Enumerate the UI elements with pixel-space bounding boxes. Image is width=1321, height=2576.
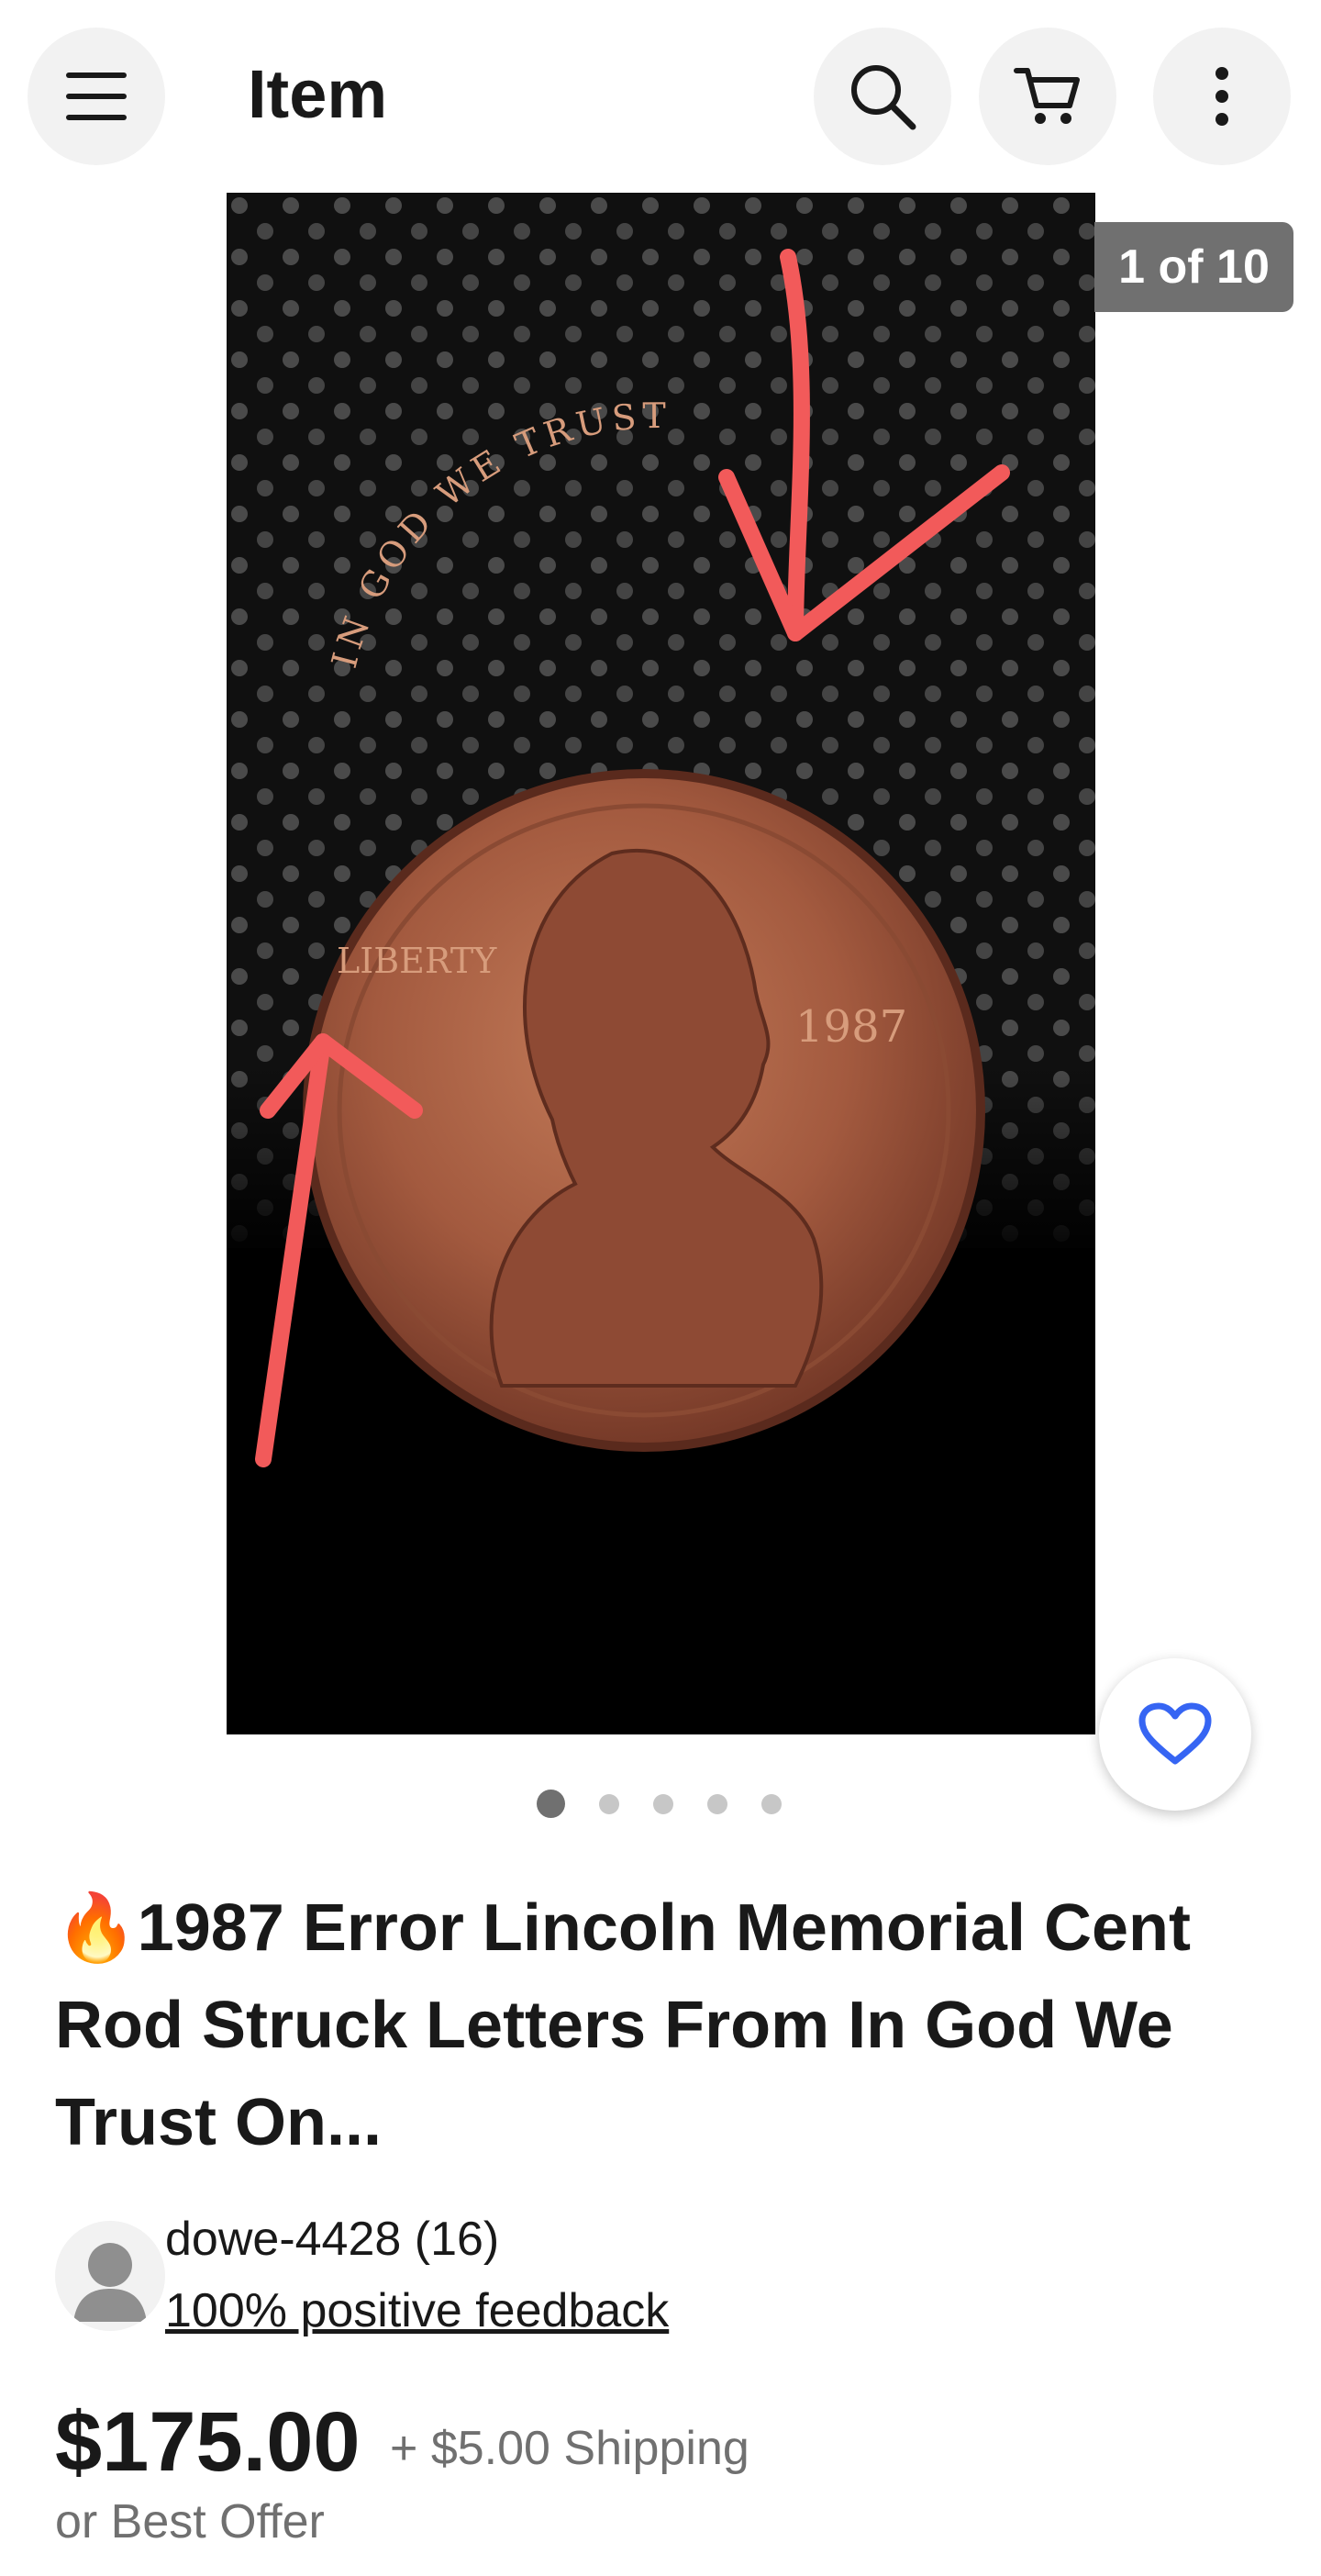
svg-text:1987: 1987 [795,1001,907,1053]
user-icon [73,2243,147,2322]
pagination-dot-active[interactable] [537,1790,565,1818]
more-icon [1216,67,1228,126]
heart-icon [1138,1702,1212,1765]
pagination-dot[interactable] [599,1793,619,1814]
svg-text:LIBERTY: LIBERTY [337,941,497,981]
search-button[interactable] [814,28,951,165]
pagination-dot[interactable] [653,1793,673,1814]
shipping-cost: + $5.00 Shipping [390,2422,749,2475]
pagination-dot[interactable] [707,1793,727,1814]
photo-counter: 1 of 10 [1094,222,1293,312]
item-title-text: 1987 Error Lincoln Memorial Cent Rod Str… [55,1891,1191,2159]
cart-button[interactable] [979,28,1116,165]
photo-pagination [537,1790,782,1818]
item-photo[interactable]: IN GOD WE TRUST LIBERTY 1987 [227,193,1095,1734]
seller-feedback-link[interactable]: 100% positive feedback [165,2281,669,2340]
seller-avatar[interactable] [55,2221,165,2331]
cart-icon [1014,68,1080,124]
search-icon [851,65,916,130]
watchlist-button[interactable] [1099,1658,1251,1811]
coin-photo-image: IN GOD WE TRUST LIBERTY 1987 [227,193,1095,1734]
page-title: Item [248,56,388,132]
seller-name[interactable]: dowe-4428 (16) [165,2210,499,2269]
best-offer-label: or Best Offer [55,2495,325,2548]
pagination-dot[interactable] [761,1793,782,1814]
item-price: $175.00 [55,2395,361,2489]
more-options-button[interactable] [1153,28,1291,165]
fire-icon: 🔥 [55,1891,138,1965]
item-title: 🔥1987 Error Lincoln Memorial Cent Rod St… [55,1879,1275,2171]
menu-icon [66,72,127,120]
menu-button[interactable] [28,28,165,165]
